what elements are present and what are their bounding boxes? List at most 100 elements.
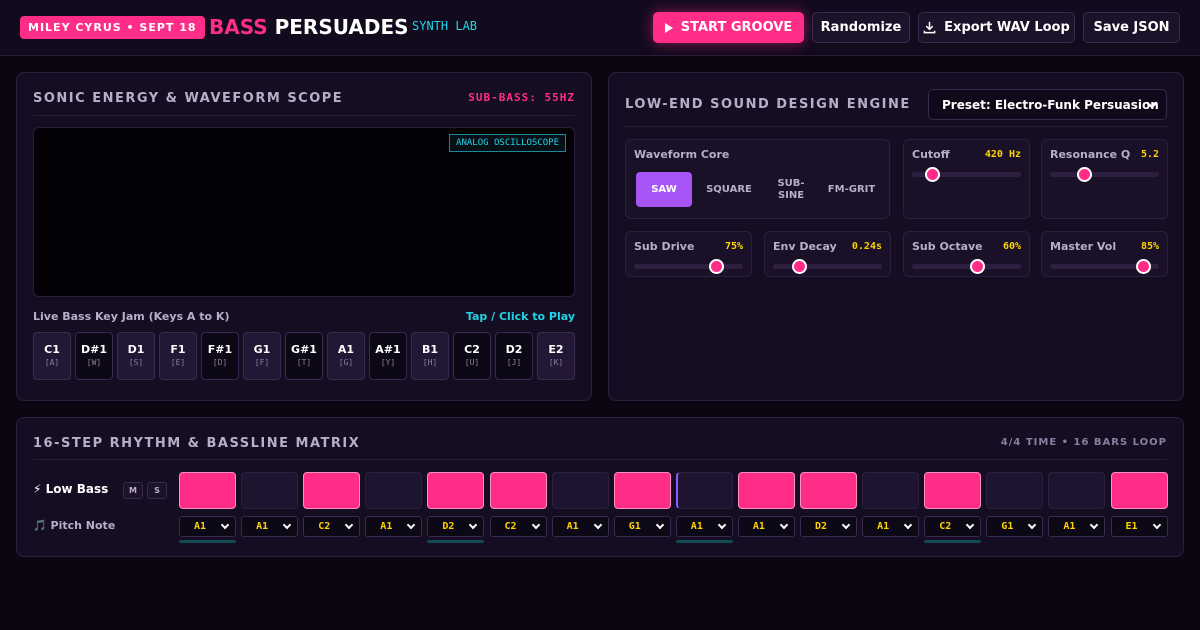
pitch-select-16[interactable]: E1 [1110,516,1168,537]
step-pad-14[interactable] [986,472,1044,509]
pitch-select-1[interactable]: A1 [179,516,236,537]
event-badge: MILEY CYRUS • SEPT 18 [20,16,205,39]
pitch-select-15[interactable]: A1 [1048,516,1106,537]
sub-drive-slider[interactable] [634,259,743,274]
pitch-select-12[interactable]: A1 [862,516,920,537]
bass-key-note: A1 [337,343,355,356]
bass-key-shortcut: [S] [128,358,144,367]
resonance-slider[interactable] [1050,167,1159,182]
step-pad-7[interactable] [551,472,609,509]
app-subtitle: SYNTH LAB [412,19,478,33]
env-decay-slider[interactable] [773,259,882,274]
step-pad-3[interactable] [303,472,361,509]
waveform-sub-sine-button[interactable]: SUB-SINE [760,172,822,207]
bass-key-ds1[interactable]: D#1 [W] [75,332,113,380]
master-vol-slider-thumb[interactable] [1135,259,1151,274]
pitch-value: C2 [504,521,517,532]
bass-key-d1[interactable]: D1 [S] [117,332,155,380]
sub-octave-slider[interactable] [912,259,1021,274]
pitch-select-7[interactable]: A1 [551,516,609,537]
waveform-selector: SAW SQUARE SUB-SINE FM-GRIT [636,172,881,207]
step-pad-12[interactable] [862,472,920,509]
pitch-select-5[interactable]: D2 [427,516,485,537]
bass-key-b1[interactable]: B1 [H] [411,332,449,380]
step-pad-16[interactable] [1110,472,1168,509]
download-icon [923,21,936,34]
env-decay-card: Env Decay 0.24s [764,231,891,277]
scope-panel-title: SONIC ENERGY & WAVEFORM SCOPE [33,91,344,106]
bass-key-c1[interactable]: C1 [A] [33,332,71,380]
randomize-button[interactable]: Randomize [812,12,910,43]
bass-keyboard: C1 [A] D#1 [W] D1 [S] F1 [E] F#1 [D] G1 [F] G#1 [T] A1… [33,332,575,380]
sub-octave-slider-thumb[interactable] [970,259,986,274]
solo-button[interactable]: S [147,482,167,499]
step-pad-2[interactable] [241,472,299,509]
bass-key-shortcut: [D] [212,358,228,367]
waveform-square-button[interactable]: SQUARE [698,172,760,207]
step-pad-6[interactable] [489,472,547,509]
resonance-slider-thumb[interactable] [1076,167,1092,182]
bass-key-d2[interactable]: D2 [J] [495,332,533,380]
sub-drive-slider-thumb[interactable] [708,259,724,274]
pitch-select-11[interactable]: D2 [800,516,857,537]
pitch-select-6[interactable]: C2 [489,516,547,537]
export-wav-button[interactable]: Export WAV Loop [918,12,1075,43]
chevron-down-icon [717,520,727,530]
waveform-fm-grit-button[interactable]: FM-GRIT [822,172,881,207]
sub-drive-card: Sub Drive 75% [625,231,752,277]
scope-panel: SONIC ENERGY & WAVEFORM SCOPE SUB-BASS: … [16,72,592,401]
start-groove-button[interactable]: START GROOVE [653,12,804,43]
pitch-select-2[interactable]: A1 [241,516,299,537]
pitch-value: E1 [1125,521,1138,532]
chevron-down-icon [903,520,913,530]
bass-key-as1[interactable]: A#1 [Y] [369,332,407,380]
preset-value: Preset: Electro-Funk Persuasion [942,97,1159,112]
bass-key-note: E2 [548,343,564,356]
pitch-select-14[interactable]: G1 [986,516,1044,537]
preset-select[interactable]: Preset: Electro-Funk Persuasion [928,89,1167,120]
master-vol-label: Master Vol [1050,240,1117,253]
pitch-select-3[interactable]: C2 [303,516,361,537]
step-pad-5[interactable] [427,472,485,509]
bass-key-shortcut: [G] [338,358,354,367]
beat-marker [427,540,485,543]
step-pad-11[interactable] [800,472,857,509]
pitch-select-9[interactable]: A1 [675,516,733,537]
pitch-value: A1 [1063,521,1076,532]
bass-key-gs1[interactable]: G#1 [T] [285,332,323,380]
app-title-main: PERSUADES [274,15,409,39]
save-json-button[interactable]: Save JSON [1083,12,1180,43]
bass-key-fs1[interactable]: F#1 [D] [201,332,239,380]
pitch-select-10[interactable]: A1 [737,516,795,537]
beat-marker [924,540,982,543]
bass-key-g1[interactable]: G1 [F] [243,332,281,380]
pitch-note-row-label: 🎵 Pitch Note [33,519,116,532]
pitch-select-8[interactable]: G1 [613,516,671,537]
cutoff-slider[interactable] [912,167,1021,182]
cutoff-label: Cutoff [912,148,950,161]
cutoff-slider-thumb[interactable] [924,167,940,182]
step-pad-8[interactable] [613,472,671,509]
step-pad-9[interactable] [675,472,733,509]
mute-button[interactable]: M [123,482,143,499]
sub-drive-value: 75% [724,241,743,252]
pitch-select-13[interactable]: C2 [924,516,982,537]
step-pad-4[interactable] [365,472,423,509]
pitch-select-4[interactable]: A1 [365,516,423,537]
step-pad-13[interactable] [924,472,982,509]
low-bass-row-label: ⚡ Low Bass [33,482,109,496]
master-vol-slider[interactable] [1050,259,1159,274]
bass-key-f1[interactable]: F1 [E] [159,332,197,380]
step-pad-1[interactable] [179,472,236,509]
env-decay-slider-thumb[interactable] [792,259,808,274]
bass-key-a1[interactable]: A1 [G] [327,332,365,380]
step-pad-10[interactable] [737,472,795,509]
randomize-label: Randomize [820,20,902,35]
step-pad-15[interactable] [1048,472,1106,509]
bass-key-note: D2 [505,343,523,356]
chevron-down-icon [220,520,230,530]
bass-key-c2[interactable]: C2 [U] [453,332,491,380]
chevron-down-icon [593,520,602,530]
waveform-saw-button[interactable]: SAW [636,172,692,207]
bass-key-e2[interactable]: E2 [K] [537,332,575,380]
